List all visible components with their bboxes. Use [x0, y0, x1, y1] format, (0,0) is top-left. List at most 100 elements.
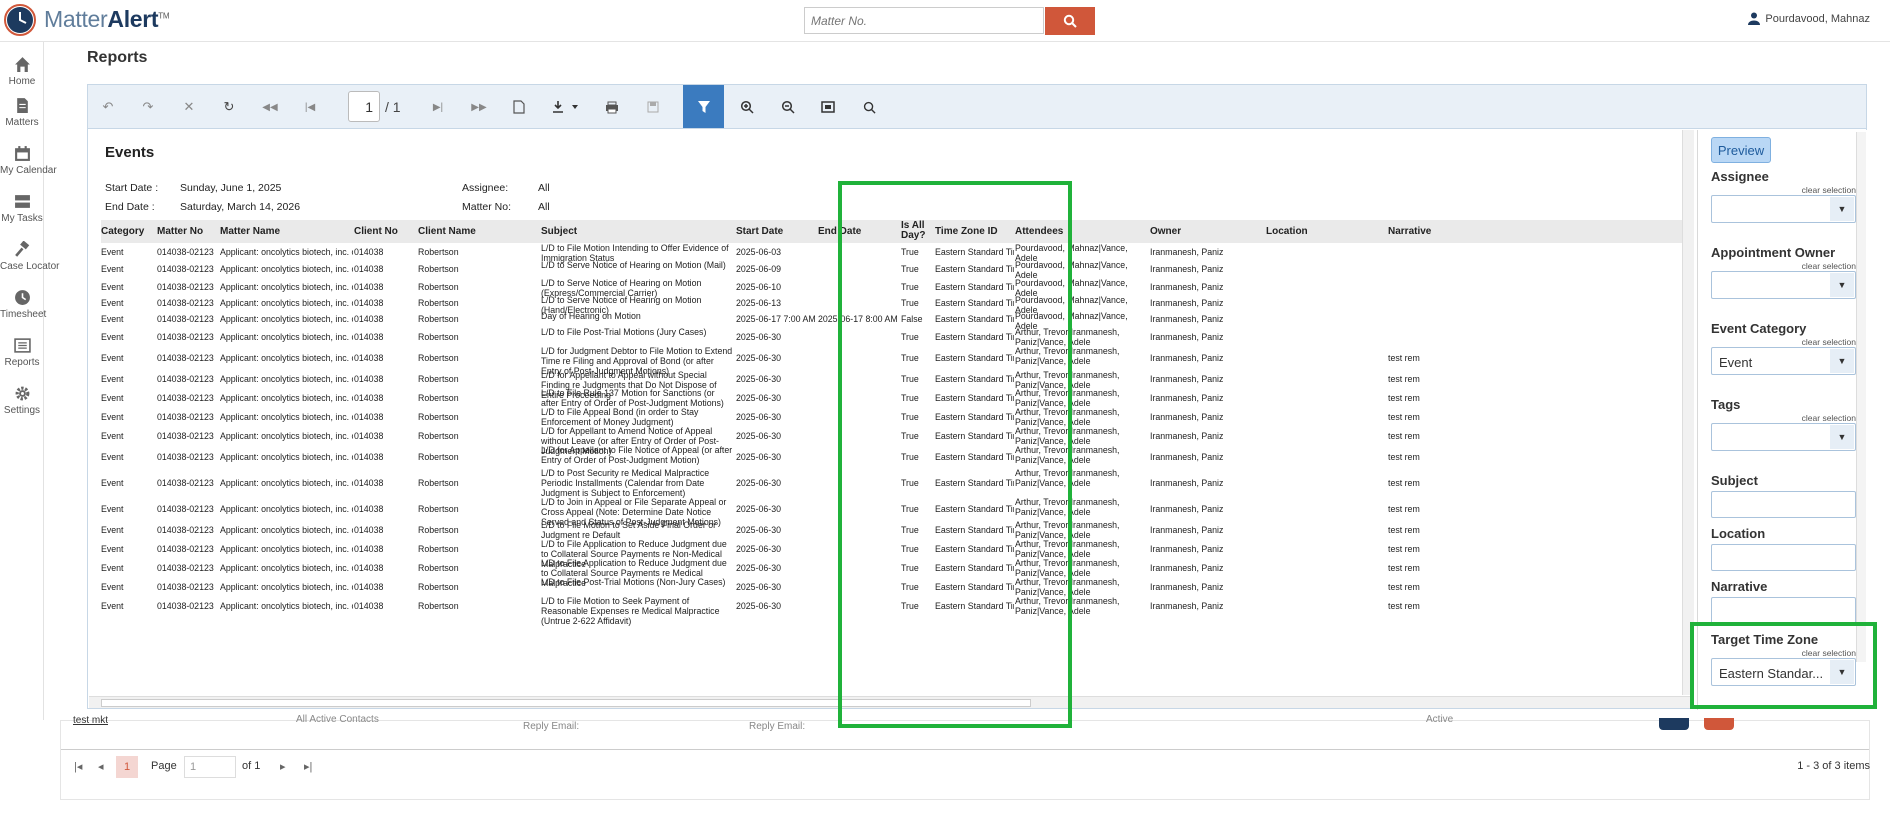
table-cell-client-name: Robertson	[418, 281, 459, 292]
first-page-icon[interactable]: ◀◀	[260, 97, 280, 117]
pager-summary: 1 - 3 of 3 items	[1797, 760, 1870, 772]
table-cell-matter-no: 014038-02123	[157, 600, 214, 611]
sidebar-item-matters[interactable]: Matters	[0, 97, 44, 128]
calendar-icon	[14, 146, 30, 161]
background-delete-button[interactable]	[1704, 718, 1734, 730]
table-cell-category: Event	[101, 543, 124, 554]
table-cell-category: Event	[101, 374, 124, 384]
location-input[interactable]	[1711, 544, 1856, 571]
clear-selection-link[interactable]: clear selection	[1711, 185, 1856, 195]
sidebar-item-reports[interactable]: Reports	[0, 337, 44, 368]
narrative-input[interactable]	[1711, 597, 1856, 624]
pager-prev-icon[interactable]: ◂	[98, 760, 104, 773]
fit-page-icon[interactable]	[818, 97, 838, 117]
table-cell-subject: L/D to File Motion to Set Aside Final Or…	[541, 520, 717, 540]
pager-first-icon[interactable]: |◂	[74, 760, 82, 773]
page-number-input[interactable]: 1	[348, 91, 380, 122]
table-cell-category: Event	[101, 331, 124, 342]
matter-search-input[interactable]	[804, 7, 1044, 34]
sidebar-item-timesheet[interactable]: Timesheet	[0, 289, 46, 320]
preview-button[interactable]: Preview	[1711, 137, 1771, 163]
search-report-icon[interactable]	[859, 97, 879, 117]
clear-selection-link[interactable]: clear selection	[1711, 261, 1856, 271]
filter-panel-scrollbar[interactable]	[1856, 132, 1866, 662]
appointment-owner-filter: Appointment Owner clear selection ▼	[1711, 245, 1856, 299]
gear-icon	[15, 386, 29, 401]
pager-of-label: of 1	[242, 760, 261, 772]
sidebar-item-label: My Calendar	[0, 165, 57, 176]
user-menu[interactable]: Pourdavood, Mahnaz	[1748, 12, 1870, 25]
export-dropdown-icon[interactable]	[550, 97, 584, 117]
table-cell-category: Event	[101, 246, 124, 257]
logo-clock-icon	[4, 4, 36, 36]
redo-icon[interactable]: ↷	[138, 97, 158, 117]
assignee-select[interactable]: ▼	[1711, 195, 1856, 223]
location-filter: Location	[1711, 526, 1856, 571]
undo-icon[interactable]: ↶	[98, 97, 118, 117]
assignee-filter-label: Assignee	[1711, 169, 1769, 184]
sidebar-item-my-tasks[interactable]: My Tasks	[0, 193, 44, 224]
owner-select[interactable]: ▼	[1711, 271, 1856, 299]
table-cell-subject: Day of Hearing on Motion	[541, 311, 641, 321]
page-title: Reports	[87, 49, 148, 66]
clear-selection-link[interactable]: clear selection	[1711, 337, 1856, 347]
subject-input[interactable]	[1711, 491, 1856, 518]
pager-page-input[interactable]: 1	[184, 756, 236, 778]
table-cell-owner: Iranmanesh, Paniz	[1150, 581, 1224, 592]
matter-no-label: Matter No:	[462, 201, 512, 213]
sidebar-item-case-locator[interactable]: Case Locator	[0, 241, 59, 272]
column-header: Client No	[354, 226, 398, 237]
table-cell-client-no: 014038	[354, 392, 384, 403]
sidebar-item-home[interactable]: Home	[0, 56, 44, 87]
table-cell-matter-no: 014038-02123	[157, 331, 214, 342]
clear-selection-link[interactable]: clear selection	[1711, 413, 1856, 423]
column-header: Client Name	[418, 226, 476, 237]
filter-toggle-button[interactable]	[683, 85, 724, 128]
table-cell-category: Event	[101, 392, 124, 403]
zoom-in-icon[interactable]	[737, 97, 757, 117]
pager-last-icon[interactable]: ▸|	[304, 760, 312, 773]
table-cell-category: Event	[101, 353, 124, 363]
table-cell-client-name: Robertson	[418, 543, 459, 554]
stop-icon[interactable]: ✕	[179, 97, 199, 117]
background-link[interactable]: test mkt	[73, 715, 108, 726]
table-cell-client-no: 014038	[354, 562, 384, 573]
sidebar-item-my-calendar[interactable]: My Calendar	[0, 145, 57, 176]
table-cell-matter-name: Applicant: oncolytics biotech, inc. ca p…	[220, 477, 353, 488]
narrative-filter: Narrative	[1711, 579, 1856, 624]
save-icon[interactable]	[643, 97, 663, 117]
sidebar-item-settings[interactable]: Settings	[0, 385, 44, 416]
tags-select[interactable]: ▼	[1711, 423, 1856, 451]
report-vertical-scrollbar[interactable]	[1682, 130, 1694, 695]
table-cell-matter-name: Applicant: oncolytics biotech, inc. ca p…	[220, 600, 353, 611]
brand-name: MatterAlertTM	[44, 6, 170, 33]
background-edit-button[interactable]	[1659, 718, 1689, 730]
last-page-icon[interactable]: ▶▶	[469, 97, 489, 117]
chevron-down-icon: ▼	[1830, 349, 1854, 373]
table-cell-client-name: Robertson	[418, 451, 459, 462]
category-select[interactable]: Event ▼	[1711, 347, 1856, 375]
sidebar-item-label: Home	[8, 76, 36, 87]
matteralert-logo[interactable]: MatterAlertTM	[0, 2, 170, 36]
search-button[interactable]	[1045, 7, 1095, 35]
table-cell-matter-name: Applicant: oncolytics biotech, inc. ca p…	[220, 246, 353, 257]
zoom-out-icon[interactable]	[778, 97, 798, 117]
list-icon	[13, 338, 31, 353]
table-cell-owner: Iranmanesh, Paniz	[1150, 503, 1224, 514]
refresh-icon[interactable]: ↻	[219, 97, 239, 117]
print-layout-icon[interactable]	[509, 97, 529, 117]
table-cell-owner: Iranmanesh, Paniz	[1150, 451, 1224, 462]
table-cell-matter-no: 014038-02123	[157, 524, 214, 535]
table-cell-narrative: test rem	[1388, 524, 1420, 535]
column-header: Start Date	[736, 226, 784, 237]
table-cell-narrative: test rem	[1388, 353, 1420, 363]
table-cell-client-no: 014038	[354, 263, 384, 274]
pager-current-page[interactable]: 1	[116, 756, 138, 778]
print-icon[interactable]	[602, 97, 622, 117]
sidebar-item-label: Reports	[4, 357, 40, 368]
next-page-icon[interactable]: ▶|	[428, 97, 448, 117]
column-header: Matter No	[157, 226, 204, 237]
pager-next-icon[interactable]: ▸	[280, 760, 286, 773]
table-cell-start-date: 2025-06-30	[736, 451, 781, 462]
previous-page-icon[interactable]: |◀	[300, 97, 320, 117]
